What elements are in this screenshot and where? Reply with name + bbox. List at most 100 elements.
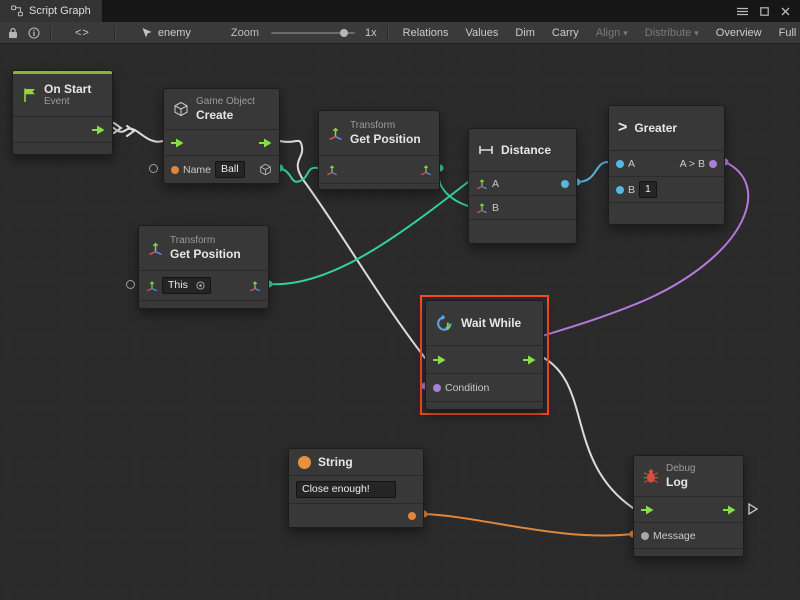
string-icon bbox=[298, 456, 311, 469]
code-icon[interactable]: <> bbox=[75, 27, 90, 39]
port-label: Message bbox=[653, 530, 696, 542]
info-icon[interactable] bbox=[28, 27, 40, 39]
distance-icon bbox=[478, 144, 494, 156]
unconnected-port-indicator[interactable] bbox=[149, 164, 158, 173]
port-label: Name bbox=[183, 164, 211, 176]
node-title: Log bbox=[666, 475, 695, 489]
target-value: This bbox=[168, 279, 188, 292]
vector-input-port-a[interactable] bbox=[476, 178, 488, 190]
node-distance[interactable]: Distance A B bbox=[468, 128, 577, 244]
output-label: A > B bbox=[680, 158, 705, 170]
node-title: Get Position bbox=[350, 132, 421, 146]
lock-icon[interactable] bbox=[8, 27, 18, 39]
string-value-field[interactable]: Close enough! bbox=[296, 481, 396, 498]
port-label: B bbox=[492, 202, 499, 214]
tab-title: Script Graph bbox=[29, 5, 91, 17]
graph-target[interactable]: enemy bbox=[139, 27, 193, 39]
node-string[interactable]: String Close enough! bbox=[288, 448, 424, 528]
flow-input-port[interactable] bbox=[171, 138, 184, 148]
flow-output-port[interactable] bbox=[259, 138, 272, 148]
name-value-field[interactable]: Ball bbox=[215, 161, 245, 178]
vector-input-port-b[interactable] bbox=[476, 202, 488, 214]
vector-output-port[interactable] bbox=[420, 164, 432, 176]
toolbar-separator bbox=[387, 26, 388, 40]
port-label: A bbox=[492, 178, 499, 190]
port-label: A bbox=[628, 158, 635, 170]
toolbar-separator bbox=[114, 26, 115, 40]
flow-output-port[interactable] bbox=[92, 125, 105, 135]
gameobject-output-port[interactable] bbox=[259, 163, 272, 176]
title-bar: Script Graph bbox=[0, 0, 800, 22]
transform-input-port[interactable] bbox=[326, 164, 338, 176]
input-port-a[interactable] bbox=[616, 160, 624, 168]
transform-icon bbox=[328, 126, 343, 141]
target-value-field[interactable]: This bbox=[162, 277, 211, 294]
b-value-field[interactable]: 1 bbox=[639, 181, 657, 198]
node-debug-log[interactable]: Debug Log Message bbox=[633, 455, 744, 557]
wait-while-icon bbox=[435, 314, 454, 333]
port-label: Condition bbox=[445, 382, 489, 394]
node-title: Greater bbox=[634, 121, 677, 135]
cube-icon bbox=[173, 101, 189, 117]
relations-button[interactable]: Relations bbox=[401, 27, 451, 39]
transform-icon bbox=[148, 241, 163, 256]
condition-input-port[interactable] bbox=[433, 384, 441, 392]
node-create[interactable]: Game Object Create Name Ball bbox=[163, 88, 280, 184]
full-screen-button[interactable]: Full Screen bbox=[777, 27, 800, 39]
align-dropdown[interactable]: Align bbox=[594, 27, 630, 39]
node-title: Wait While bbox=[461, 316, 521, 330]
vector-output-port[interactable] bbox=[249, 280, 261, 292]
transform-input-port[interactable] bbox=[146, 280, 158, 292]
menu-icon[interactable] bbox=[737, 7, 748, 16]
toolbar-separator bbox=[50, 26, 51, 40]
values-button[interactable]: Values bbox=[464, 27, 501, 39]
float-output-port[interactable] bbox=[561, 180, 569, 188]
node-greater[interactable]: > Greater A A > B B 1 bbox=[608, 105, 725, 225]
node-category: Debug bbox=[666, 463, 695, 475]
name-input-port[interactable] bbox=[171, 166, 179, 174]
maximize-icon[interactable] bbox=[760, 7, 769, 16]
node-title: On Start bbox=[44, 82, 91, 96]
message-input-port[interactable] bbox=[641, 532, 649, 540]
zoom-value: 1x bbox=[365, 27, 377, 39]
graph-toolbar: <> enemy Zoom 1x Relations Values Dim Ca… bbox=[0, 22, 800, 44]
zoom-slider[interactable] bbox=[271, 32, 355, 34]
node-title: Distance bbox=[501, 143, 551, 157]
node-title: Create bbox=[196, 108, 255, 122]
string-output-port[interactable] bbox=[408, 512, 416, 520]
input-port-b[interactable] bbox=[616, 186, 624, 194]
carry-button[interactable]: Carry bbox=[550, 27, 581, 39]
toolbar-buttons: Relations Values Dim Carry Align Distrib… bbox=[387, 26, 800, 40]
flow-input-port[interactable] bbox=[641, 505, 654, 515]
node-title: Get Position bbox=[170, 247, 241, 261]
node-get-position-top[interactable]: Transform Get Position bbox=[318, 110, 440, 190]
node-category: Game Object bbox=[196, 96, 255, 108]
bool-output-port[interactable] bbox=[709, 160, 717, 168]
close-icon[interactable] bbox=[781, 7, 790, 16]
port-label: B bbox=[628, 184, 635, 196]
target-picker-icon[interactable] bbox=[196, 281, 205, 290]
node-category: Transform bbox=[170, 235, 241, 247]
flow-output-port[interactable] bbox=[723, 505, 736, 515]
zoom-slider-handle[interactable] bbox=[340, 29, 348, 37]
unconnected-flow-indicator[interactable] bbox=[748, 502, 758, 520]
graph-target-label: enemy bbox=[158, 27, 191, 39]
dim-button[interactable]: Dim bbox=[513, 27, 537, 39]
node-title: String bbox=[318, 455, 353, 469]
unconnected-port-indicator[interactable] bbox=[126, 280, 135, 289]
distribute-dropdown[interactable]: Distribute bbox=[643, 27, 701, 39]
tab-script-graph[interactable]: Script Graph bbox=[0, 0, 102, 22]
flag-icon bbox=[22, 87, 37, 103]
window-controls bbox=[737, 7, 800, 16]
overview-button[interactable]: Overview bbox=[714, 27, 764, 39]
flow-input-port[interactable] bbox=[433, 355, 446, 365]
machine-icon bbox=[141, 27, 153, 39]
bug-icon bbox=[643, 468, 659, 484]
node-wait-while[interactable]: Wait While Condition bbox=[425, 300, 544, 410]
node-get-position-self[interactable]: Transform Get Position This bbox=[138, 225, 269, 309]
flow-output-port[interactable] bbox=[523, 355, 536, 365]
zoom-label: Zoom bbox=[229, 27, 261, 39]
graph-icon bbox=[11, 5, 23, 17]
node-category: Transform bbox=[350, 120, 421, 132]
node-on-start[interactable]: On Start Event bbox=[12, 70, 113, 155]
